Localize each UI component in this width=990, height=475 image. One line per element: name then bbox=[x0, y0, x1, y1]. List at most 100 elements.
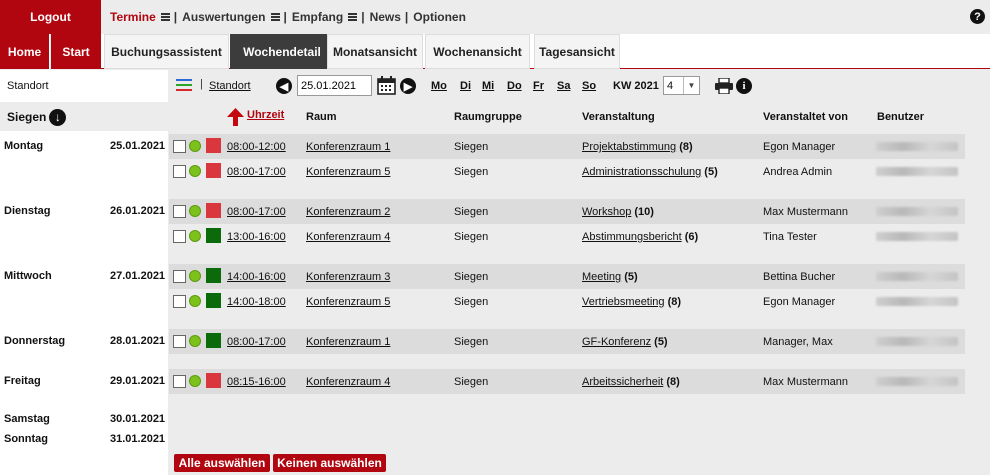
room-link[interactable]: Konferenzraum 3 bbox=[306, 271, 390, 283]
arrow-down-icon[interactable]: ↓ bbox=[49, 108, 67, 126]
row-checkbox[interactable] bbox=[173, 270, 186, 283]
time-link[interactable]: 14:00-18:00 bbox=[227, 296, 286, 308]
logout-button[interactable]: Logout bbox=[0, 0, 101, 34]
time-link[interactable]: 08:15-16:00 bbox=[227, 376, 286, 388]
start-button[interactable]: Start bbox=[51, 34, 101, 69]
calendar-icon[interactable] bbox=[377, 76, 396, 95]
previous-week-icon[interactable]: ◀ bbox=[276, 78, 292, 94]
room-link[interactable]: Konferenzraum 1 bbox=[306, 141, 390, 153]
row-checkbox[interactable] bbox=[173, 230, 186, 243]
row-checkbox[interactable] bbox=[173, 165, 186, 178]
day-link-so[interactable]: So bbox=[582, 80, 596, 92]
room-group: Siegen bbox=[454, 166, 489, 178]
day-link-do[interactable]: Do bbox=[507, 80, 522, 92]
day-date: 26.01.2021 bbox=[110, 205, 166, 217]
event-link[interactable]: Meeting bbox=[582, 271, 621, 283]
event-cell: Vertriebsmeeting (8) bbox=[582, 296, 681, 308]
organizer: Andrea Admin bbox=[763, 166, 833, 178]
user-redacted bbox=[876, 142, 958, 154]
next-week-icon[interactable]: ▶ bbox=[400, 78, 416, 94]
table-row: 13:00-16:00 Konferenzraum 4 Siegen Abstimmu… bbox=[169, 224, 965, 249]
tab-tagesansicht[interactable]: Tagesansicht bbox=[534, 34, 620, 69]
day-link-di[interactable]: Di bbox=[460, 80, 471, 92]
help-icon[interactable]: ? bbox=[970, 9, 985, 24]
day-name: Donnerstag bbox=[4, 335, 66, 347]
participant-count: (6) bbox=[684, 231, 699, 243]
toolbar-separator: | bbox=[200, 78, 203, 90]
standort-label: Standort bbox=[0, 70, 168, 102]
event-link[interactable]: Vertriebsmeeting bbox=[582, 296, 665, 308]
event-cell: Projektabstimmung (8) bbox=[582, 141, 693, 153]
kw-select-value: 4 bbox=[667, 79, 674, 92]
event-link[interactable]: GF-Konferenz bbox=[582, 336, 651, 348]
time-link[interactable]: 08:00-17:00 bbox=[227, 166, 286, 178]
tab-monatsansicht[interactable]: Monatsansicht bbox=[327, 34, 423, 69]
event-link[interactable]: Administrationsschulung bbox=[582, 166, 701, 178]
availability-dot-icon bbox=[189, 295, 201, 307]
day-link-sa[interactable]: Sa bbox=[557, 80, 570, 92]
availability-dot-icon bbox=[189, 140, 201, 152]
event-link[interactable]: Arbeitssicherheit bbox=[582, 376, 663, 388]
row-checkbox[interactable] bbox=[173, 295, 186, 308]
day-link-mo[interactable]: Mo bbox=[431, 80, 447, 92]
column-veranstaltung[interactable]: Veranstaltung bbox=[582, 111, 655, 123]
time-link[interactable]: 14:00-16:00 bbox=[227, 271, 286, 283]
participant-count: (8) bbox=[666, 376, 680, 388]
tab-wochenansicht[interactable]: Wochenansicht bbox=[425, 34, 530, 69]
column-veranstaltet-von[interactable]: Veranstaltet von bbox=[763, 111, 848, 123]
room-link[interactable]: Konferenzraum 4 bbox=[306, 231, 390, 243]
day-link-mi[interactable]: Mi bbox=[482, 80, 494, 92]
participant-count: (10) bbox=[634, 206, 654, 218]
event-cell: Arbeitssicherheit (8) bbox=[582, 376, 680, 388]
kw-select[interactable]: 4 ▼ bbox=[663, 76, 700, 95]
time-link[interactable]: 08:00-17:00 bbox=[227, 206, 286, 218]
time-link[interactable]: 08:00-17:00 bbox=[227, 336, 286, 348]
row-checkbox[interactable] bbox=[173, 375, 186, 388]
column-uhrzeit[interactable]: Uhrzeit bbox=[247, 109, 284, 121]
availability-dot-icon bbox=[189, 375, 201, 387]
event-cell: Abstimmungsbericht (6) bbox=[582, 231, 698, 243]
column-raum[interactable]: Raum bbox=[306, 111, 337, 123]
print-icon[interactable] bbox=[715, 77, 733, 95]
event-cell: Administrationsschulung (5) bbox=[582, 166, 718, 178]
color-legend-icon[interactable] bbox=[176, 79, 192, 93]
table-row: 08:00-17:00 Konferenzraum 2 Siegen Workshop… bbox=[169, 199, 965, 224]
row-checkbox[interactable] bbox=[173, 335, 186, 348]
home-button[interactable]: Home bbox=[0, 34, 50, 69]
room-link[interactable]: Konferenzraum 2 bbox=[306, 206, 390, 218]
event-link[interactable]: Projektabstimmung bbox=[582, 141, 676, 153]
day-name: Dienstag bbox=[4, 205, 51, 217]
participant-count: (8) bbox=[679, 141, 693, 153]
room-link[interactable]: Konferenzraum 5 bbox=[306, 296, 390, 308]
time-link[interactable]: 08:00-12:00 bbox=[227, 141, 286, 153]
room-group: Siegen bbox=[454, 141, 489, 153]
availability-dot-icon bbox=[189, 230, 201, 242]
select-all-button[interactable]: Alle auswählen bbox=[174, 454, 270, 472]
row-checkbox[interactable] bbox=[173, 205, 186, 218]
room-link[interactable]: Konferenzraum 5 bbox=[306, 166, 390, 178]
table-row: 14:00-18:00 Konferenzraum 5 Siegen Vertrieb… bbox=[169, 289, 965, 314]
day-link-fr[interactable]: Fr bbox=[533, 80, 544, 92]
column-benutzer[interactable]: Benutzer bbox=[877, 111, 924, 123]
day-date: 29.01.2021 bbox=[110, 375, 166, 387]
menu-auswertungen[interactable]: Auswertungen bbox=[182, 10, 280, 24]
room-link[interactable]: Konferenzraum 1 bbox=[306, 336, 390, 348]
tab-buchungsassistent[interactable]: Buchungsassistent bbox=[104, 34, 229, 69]
info-icon[interactable]: i bbox=[736, 78, 752, 94]
menu-empfang[interactable]: Empfang bbox=[292, 10, 358, 24]
table-row: 08:15-16:00 Konferenzraum 4 Siegen Arbeitss… bbox=[169, 369, 965, 394]
participant-count: (5) bbox=[654, 336, 668, 348]
standort-link[interactable]: Standort bbox=[209, 80, 251, 92]
menu-termine[interactable]: Termine bbox=[110, 10, 170, 24]
date-input[interactable] bbox=[297, 75, 372, 96]
room-link[interactable]: Konferenzraum 4 bbox=[306, 376, 390, 388]
tab-wochendetail[interactable]: Wochendetail bbox=[230, 34, 334, 69]
menu-news[interactable]: News bbox=[370, 10, 401, 24]
event-link[interactable]: Abstimmungsbericht bbox=[582, 231, 682, 243]
event-link[interactable]: Workshop bbox=[582, 206, 631, 218]
time-link[interactable]: 13:00-16:00 bbox=[227, 231, 286, 243]
column-raumgruppe[interactable]: Raumgruppe bbox=[454, 111, 522, 123]
select-none-button[interactable]: Keinen auswählen bbox=[273, 454, 386, 472]
menu-optionen[interactable]: Optionen bbox=[413, 10, 466, 24]
row-checkbox[interactable] bbox=[173, 140, 186, 153]
